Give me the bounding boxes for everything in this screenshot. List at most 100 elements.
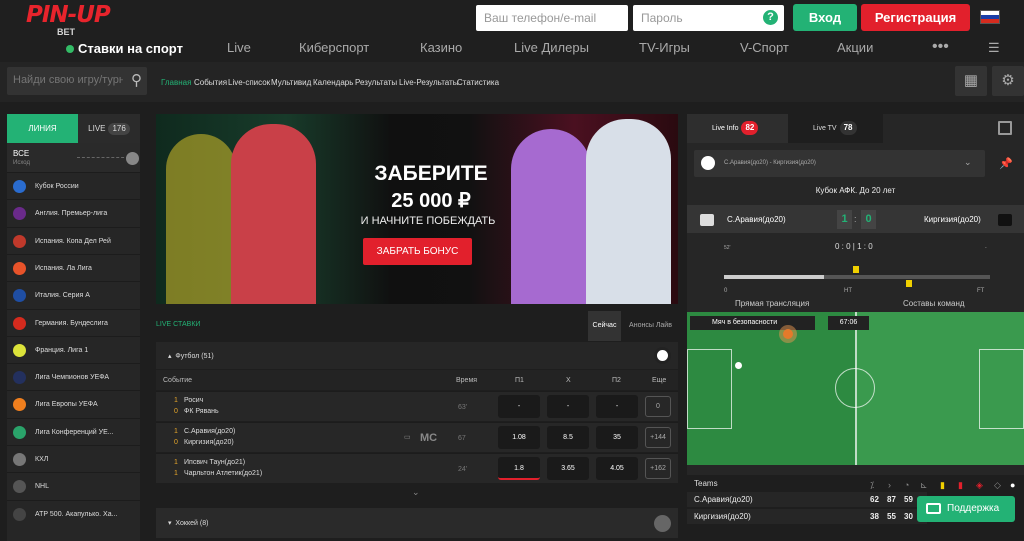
support-button[interactable]: Поддержка	[917, 496, 1015, 522]
subnav-calendar[interactable]: Календарь	[313, 78, 353, 87]
match-row[interactable]: 1 С.Аравия(до20) 0 Киргизия(до20) ▭ MC 67 1.08 8…	[156, 422, 678, 452]
nav-v-sport[interactable]: V-Спорт	[740, 40, 789, 55]
league-item[interactable]: КХЛ	[7, 445, 140, 472]
home-team: Ипсвич Таун(до21)	[184, 459, 246, 466]
period-dash: -	[985, 245, 987, 251]
league-item[interactable]: Лига Конференций УЕ...	[7, 417, 140, 445]
league-item[interactable]: Кубок России	[7, 172, 140, 199]
hockey-count: (8)	[199, 520, 209, 527]
lineups-link[interactable]: Составы команд	[903, 299, 965, 308]
football-section-header[interactable]: ▴ Футбол (51)	[156, 342, 678, 369]
odd-p2-button[interactable]: 4.05	[596, 457, 638, 480]
nav-casino[interactable]: Казино	[420, 40, 462, 55]
brand-logo[interactable]: PIN-UP BET	[26, 4, 116, 40]
stat-dangerous-attacks: 87	[887, 495, 896, 504]
user-menu-icon[interactable]: ☰	[988, 40, 1000, 56]
logo-text: PIN-UP	[26, 2, 111, 28]
league-item[interactable]: Испания. Копа Дел Рей	[7, 226, 140, 254]
odd-p1-button[interactable]: 1.8	[498, 457, 540, 480]
league-logo-icon	[13, 480, 26, 494]
red-card-stat-icon: ▮	[958, 480, 963, 490]
odd-p2-button[interactable]: 35	[596, 426, 638, 449]
password-input[interactable]: Пароль	[633, 5, 784, 31]
settings-gear-icon[interactable]: ⚙	[992, 66, 1024, 96]
events-table-header: Событие Время П1 X П2 Еще	[156, 370, 678, 390]
tab-live-info[interactable]: Live Info 82	[687, 114, 788, 143]
league-item[interactable]: Италия. Серия А	[7, 281, 140, 308]
odd-p1-button[interactable]: 1.08	[498, 426, 540, 449]
calculator-icon[interactable]: ▦	[955, 66, 987, 96]
slider-handle[interactable]	[126, 152, 139, 165]
nav-more-icon[interactable]: •••	[932, 38, 949, 56]
odd-x-button[interactable]: -	[547, 395, 589, 418]
subnav-statistics[interactable]: Статистика	[457, 78, 499, 87]
live-broadcast-link[interactable]: Прямая трансляция	[735, 299, 809, 308]
all-filter-row[interactable]: ВСЕ Исход	[7, 143, 140, 172]
league-item[interactable]: Лига Чемпионов УЕФА	[7, 363, 140, 390]
league-logo-icon	[13, 507, 26, 521]
subnav-results[interactable]: Результаты	[355, 78, 397, 87]
league-logo-icon	[13, 261, 26, 275]
subnav-multiview[interactable]: Мультивид	[271, 78, 311, 87]
login-button[interactable]: Вход	[793, 4, 857, 31]
nav-tv-games[interactable]: TV-Игры	[639, 40, 690, 55]
match-select-dropdown[interactable]: С.Аравия(до20) - Киргизия(до20) ⌄	[694, 150, 985, 177]
banner-subtext: И НАЧНИТЕ ПОБЕЖДАТЬ	[360, 215, 496, 227]
register-button[interactable]: Регистрация	[861, 4, 970, 31]
subnav-home[interactable]: Главная	[161, 78, 191, 87]
dangerous-attack-icon: ›	[888, 480, 891, 490]
league-item[interactable]: NHL	[7, 472, 140, 499]
subnav-events[interactable]: События	[194, 78, 227, 87]
tab-line[interactable]: ЛИНИЯ	[7, 114, 78, 143]
phone-email-input[interactable]: Ваш телефон/e-mail	[476, 5, 628, 31]
tab-live-announcements[interactable]: Анонсы Лайв	[623, 311, 678, 341]
get-bonus-button[interactable]: ЗАБРАТЬ БОНУС	[363, 238, 472, 265]
league-name: Кубок России	[35, 183, 79, 190]
odd-p1-button[interactable]: -	[498, 395, 540, 418]
more-markets-button[interactable]: 0	[645, 396, 671, 417]
home-shirt-icon	[700, 214, 714, 226]
league-item[interactable]: Германия. Бундеслига	[7, 308, 140, 336]
nav-live-dealers[interactable]: Live Дилеры	[514, 40, 589, 55]
live-dot-icon	[66, 45, 74, 53]
help-icon[interactable]: ?	[763, 10, 778, 25]
odd-p2-button[interactable]: -	[596, 395, 638, 418]
league-item[interactable]: Англия. Премьер-лига	[7, 199, 140, 226]
nav-promotions[interactable]: Акции	[837, 40, 873, 55]
language-flag-icon[interactable]	[980, 10, 1000, 24]
penalty-stat-icon: ◈	[976, 480, 983, 490]
league-item[interactable]: ATP 500. Акапулько. Ха...	[7, 499, 140, 527]
nav-esports[interactable]: Киберспорт	[299, 40, 369, 55]
match-row[interactable]: 1 Ипсвич Таун(до21) 1 Чарльтон Атлетик(до21…	[156, 453, 678, 483]
tab-live-tv[interactable]: Live TV 78	[788, 114, 883, 143]
fullscreen-icon[interactable]	[998, 121, 1012, 135]
home-goals: 1	[174, 428, 178, 435]
hockey-section-header[interactable]: ▾ Хоккей (8)	[156, 508, 678, 538]
col-more: Еще	[652, 377, 667, 384]
game-search[interactable]: ⚲	[7, 67, 147, 95]
search-input[interactable]	[13, 74, 123, 86]
tab-live[interactable]: LIVE 176	[78, 114, 140, 143]
search-icon[interactable]: ⚲	[131, 71, 142, 89]
league-item[interactable]: Испания. Ла Лига	[7, 253, 140, 281]
league-logo-icon	[13, 316, 26, 330]
promo-banner[interactable]: ЗАБЕРИТЕ 25 000 ₽ И НАЧНИТЕ ПОБЕЖДАТЬ ЗА…	[156, 114, 678, 304]
expand-chevron-icon[interactable]: ⌄	[412, 487, 420, 498]
more-markets-button[interactable]: +144	[645, 427, 671, 448]
odd-x-button[interactable]: 3.65	[547, 457, 589, 480]
subnav-live-results[interactable]: Live-Результаты	[399, 78, 458, 87]
league-item[interactable]: Франция. Лига 1	[7, 335, 140, 363]
league-logo-icon	[13, 289, 26, 303]
league-item[interactable]: Лига Европы УЕФА	[7, 390, 140, 417]
odd-x-button[interactable]: 8.5	[547, 426, 589, 449]
hockey-label: Хоккей	[175, 520, 198, 527]
sports-betting-tag: Ставки на спорт	[66, 41, 183, 56]
match-row[interactable]: 1 Росич 0 ФК Рявань 63' - - -0	[156, 391, 678, 421]
pin-icon[interactable]: 📌	[999, 157, 1013, 170]
football-label: Футбол	[175, 353, 200, 360]
subnav-live-list[interactable]: Live-список	[228, 78, 270, 87]
nav-live[interactable]: Live	[227, 40, 251, 55]
more-markets-button[interactable]: +162	[645, 458, 671, 479]
home-score: 1	[837, 210, 852, 229]
tab-now[interactable]: Сейчас	[588, 311, 621, 341]
